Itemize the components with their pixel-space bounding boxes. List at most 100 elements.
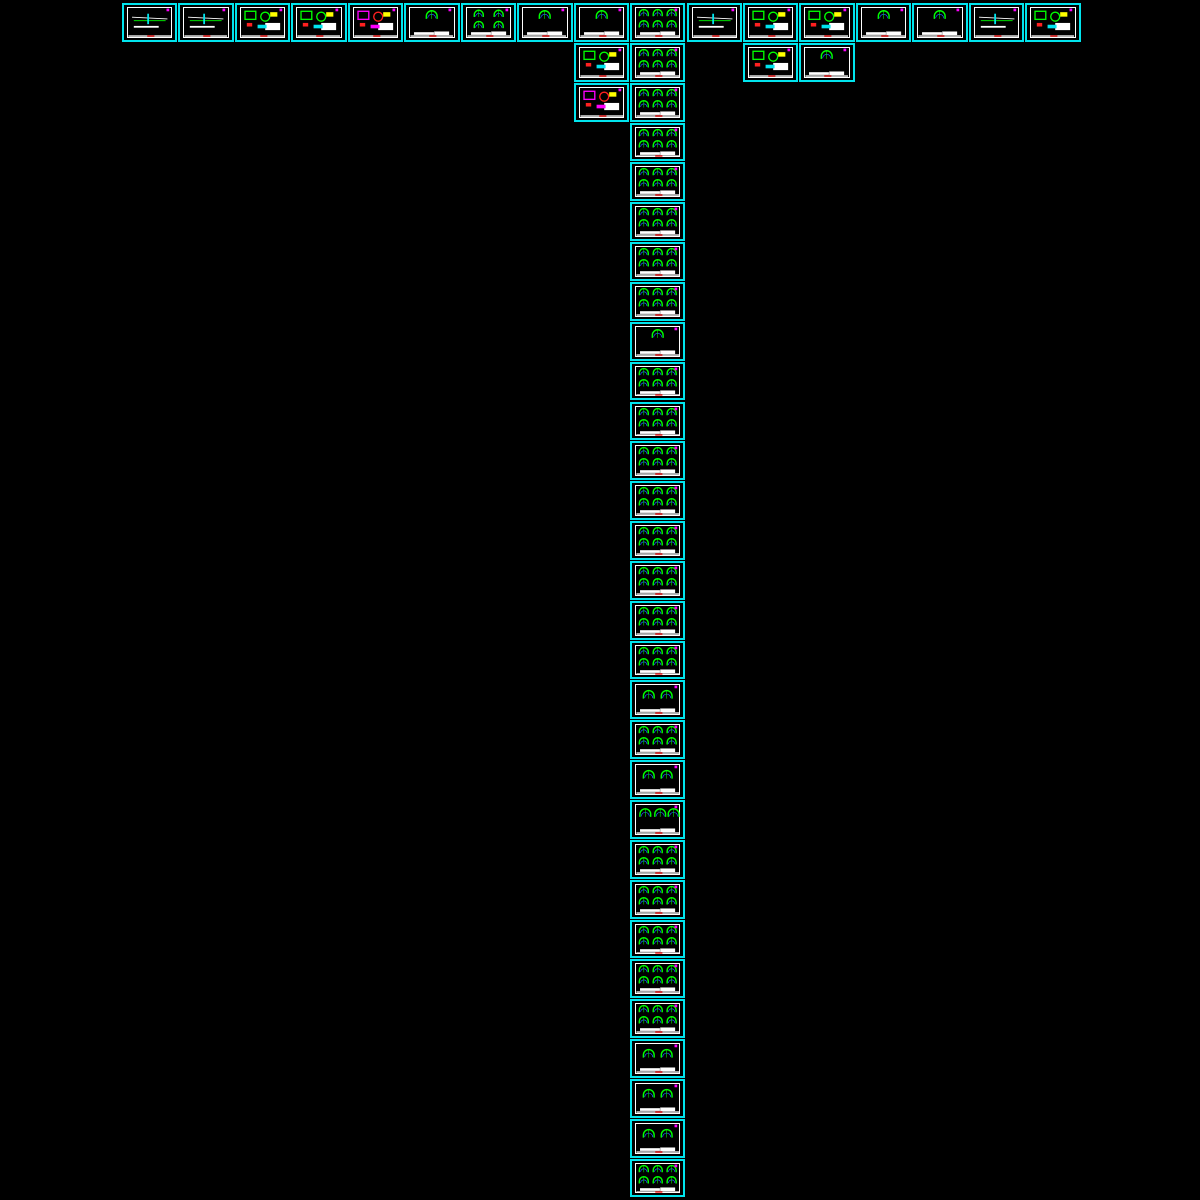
sheet-content [523,8,567,37]
tunnel-section-sheet[interactable] [630,441,686,481]
sheet-content [636,1044,680,1073]
tunnel-section-sheet[interactable] [630,919,686,959]
sheet-content [636,48,680,77]
sheet-content [636,247,680,276]
drawing-sheet[interactable] [855,3,912,42]
tunnel-section-sheet[interactable] [630,281,686,321]
sheet-content [241,8,284,37]
sheet-content [636,964,680,994]
sheet-content [467,8,510,37]
tunnel-section-sheet[interactable] [630,640,686,680]
sheet-content [636,765,680,794]
tunnel-section-sheet[interactable] [630,401,686,441]
tunnel-section-sheet[interactable] [630,521,686,560]
sheet-content [636,8,680,37]
drawing-sheet[interactable] [573,3,630,42]
sheet-content [636,88,680,117]
sheet-content [580,48,623,77]
tunnel-section-sheet[interactable] [630,42,686,82]
drawing-sheet[interactable] [912,3,968,42]
drawing-sheet[interactable] [1025,3,1081,42]
sheet-content [1031,8,1075,37]
sheet-content [184,8,228,37]
tunnel-section-sheet[interactable] [630,600,686,640]
sheet-content [749,48,792,77]
tunnel-section-sheet[interactable] [630,1039,686,1078]
drawing-sheet[interactable] [404,3,460,42]
tunnel-section-sheet[interactable] [630,800,686,839]
tunnel-section-sheet[interactable] [630,321,686,361]
sheet-content [636,805,680,834]
sheet-content [636,1004,680,1033]
tunnel-section-sheet[interactable] [630,162,686,202]
sheet-content [636,1124,680,1153]
drawing-sheet[interactable] [122,3,178,42]
sheet-content [636,128,680,157]
sheet-content [636,167,680,197]
drawing-sheet[interactable] [799,3,855,42]
tunnel-section-sheet[interactable] [630,959,686,999]
sheet-content [636,1164,680,1193]
sheet-content [636,407,680,436]
sheet-content [805,48,849,77]
sheet-content [636,446,680,476]
drawing-sheet[interactable] [460,3,517,42]
drawing-sheet[interactable] [968,3,1025,42]
drawing-sheet[interactable] [517,3,573,42]
drawing-sheet[interactable] [742,42,799,82]
tunnel-section-sheet[interactable] [630,720,686,760]
sheet-content [580,88,623,117]
drawing-sheet[interactable] [799,42,855,82]
tunnel-section-sheet[interactable] [630,1118,686,1158]
sheet-content [636,646,680,675]
drawing-sheet[interactable] [347,3,404,42]
sheet-content [636,566,680,595]
sheet-content [918,8,962,37]
drawing-sheet[interactable] [234,3,291,42]
tunnel-section-sheet[interactable] [630,999,686,1039]
sheet-content [636,845,680,874]
sheet-content [636,885,680,914]
sheet-content [636,367,680,396]
tunnel-section-sheet[interactable] [630,361,686,401]
tunnel-section-sheet[interactable] [630,1158,686,1198]
tunnel-section-sheet[interactable] [630,481,686,521]
drawing-sheet[interactable] [686,3,742,42]
sheet-content [636,287,680,316]
tunnel-section-sheet[interactable] [630,242,686,281]
sheet-content [636,686,680,715]
sheet-content [636,725,680,755]
sheet-content [749,8,792,37]
tunnel-section-sheet[interactable] [630,760,686,799]
sheet-content [636,207,680,236]
tunnel-section-sheet[interactable] [630,82,686,122]
sheet-content [580,8,623,37]
tunnel-section-sheet[interactable] [630,202,686,242]
sheet-content [636,327,680,356]
sheet-content [692,8,736,37]
tunnel-section-sheet[interactable] [630,122,686,162]
sheet-content [636,486,680,515]
tunnel-section-sheet[interactable] [630,839,686,879]
sheet-content [354,8,397,37]
drawing-sheet[interactable] [291,3,347,42]
tunnel-section-sheet[interactable] [630,1078,686,1118]
sheet-content [128,8,171,37]
tunnel-section-sheet[interactable] [630,879,686,919]
tunnel-section-sheet[interactable] [630,560,686,600]
sheet-content [636,1084,680,1113]
tunnel-section-sheet[interactable] [630,680,686,720]
sheet-content [862,8,905,37]
sheet-content [636,606,680,635]
drawing-sheet[interactable] [573,42,630,82]
drawing-sheet[interactable] [573,82,630,122]
sheet-content [805,8,849,37]
sheet-content [410,8,454,37]
sheet-content [636,925,680,954]
sheet-content [975,8,1018,37]
drawing-sheet[interactable] [742,3,799,42]
sheet-content [297,8,341,37]
sheet-content [636,526,680,555]
drawing-sheet[interactable] [178,3,234,42]
tunnel-section-sheet[interactable] [630,3,686,42]
